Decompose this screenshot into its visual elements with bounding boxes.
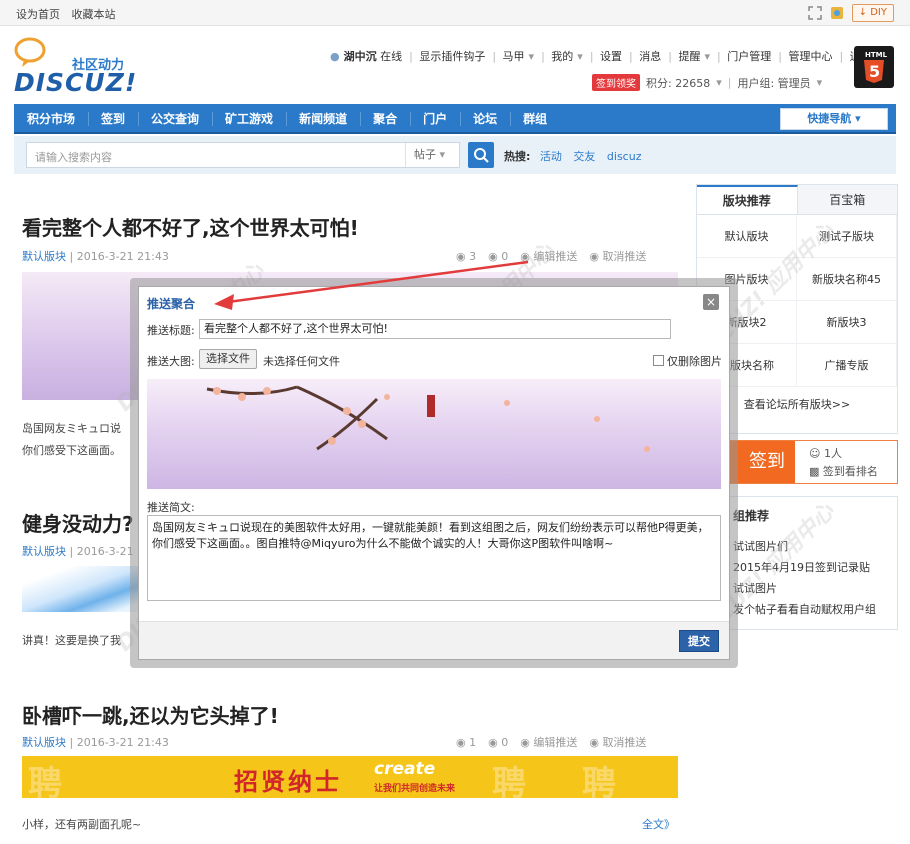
annotation-arrow	[214, 260, 529, 310]
